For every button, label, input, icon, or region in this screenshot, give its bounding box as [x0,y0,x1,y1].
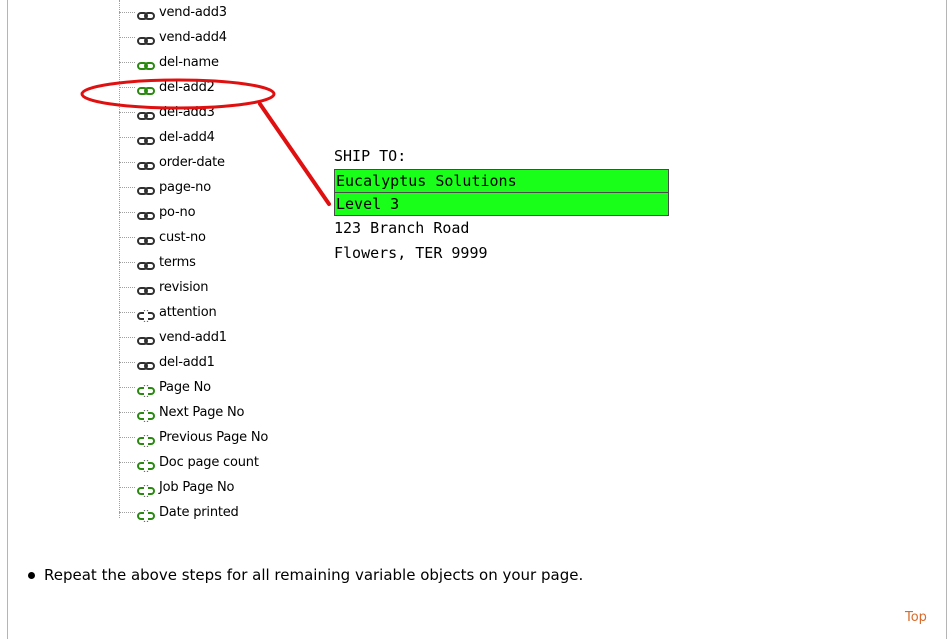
broken-link-icon [137,382,155,397]
tree-branch-line [119,12,135,13]
ship-to-line-4: Flowers, TER 9999 [334,244,488,262]
tree-item[interactable]: del-add3 [108,100,215,125]
tree-item[interactable]: del-add2 [108,75,215,100]
tree-item-label: page-no [159,180,211,195]
tree-item-label: revision [159,280,209,295]
tree-branch-line [119,462,135,463]
tree-branch-line [119,137,135,138]
tree-branch-line [119,62,135,63]
link-icon [137,107,155,120]
tree-branch-line [119,187,135,188]
link-icon [137,157,155,170]
tree-item[interactable]: po-no [108,200,196,225]
link-icon [137,57,155,70]
tree-branch-line [119,162,135,163]
broken-link-icon [137,457,155,472]
tree-branch-line [119,387,135,388]
tree-item[interactable]: attention [108,300,217,325]
tree-item[interactable]: Doc page count [108,450,259,475]
tree-item[interactable]: vend-add1 [108,325,227,350]
tree-item-label: del-add4 [159,130,215,145]
tree-item[interactable]: vend-add3 [108,0,227,25]
tree-branch-line [119,237,135,238]
tree-item-label: cust-no [159,230,206,245]
link-icon [137,182,155,195]
tree-item[interactable]: page-no [108,175,211,200]
tree-item-label: Date printed [159,505,239,520]
tree-item[interactable]: vend-add4 [108,25,227,50]
top-link[interactable]: Top [905,610,927,625]
instruction-bullet: Repeat the above steps for all remaining… [28,566,583,584]
tree-item[interactable]: Page No [108,375,211,400]
tree-branch-line [119,312,135,313]
broken-link-icon [137,307,155,322]
tree-item-label: del-add1 [159,355,215,370]
link-icon [137,82,155,95]
tree-branch-line [119,262,135,263]
content-frame-right-border [946,0,947,639]
tree-item-label: Previous Page No [159,430,269,445]
tree-item-label: del-name [159,55,219,70]
tree-item[interactable]: order-date [108,150,225,175]
link-icon [137,207,155,220]
annotation-arrow-line [258,102,331,206]
tree-item[interactable]: revision [108,275,209,300]
ship-to-line-2[interactable]: Level 3 [334,192,669,216]
tree-branch-line [119,437,135,438]
tree-item-label: attention [159,305,217,320]
broken-link-icon [137,407,155,422]
instruction-text: Repeat the above steps for all remaining… [44,566,584,584]
tree-item[interactable]: del-add4 [108,125,215,150]
tree-item-label: del-add3 [159,105,215,120]
tree-item[interactable]: del-name [108,50,219,75]
tree-branch-line [119,87,135,88]
bullet-dot [28,571,35,579]
tree-branch-line [119,112,135,113]
tree-branch-line [119,212,135,213]
tree-item-label: Page No [159,380,211,395]
ship-to-preview: SHIP TO: Eucalyptus Solutions Level 3 12… [334,144,669,266]
tree-item[interactable]: cust-no [108,225,206,250]
link-icon [137,7,155,20]
tree-branch-line [119,512,135,513]
tree-item-label: Doc page count [159,455,259,470]
tree-item-label: order-date [159,155,225,170]
tree-item[interactable]: Date printed [108,500,239,525]
tree-item-label: vend-add1 [159,330,227,345]
tree-item-label: terms [159,255,196,270]
tree-branch-line [119,337,135,338]
tree-item-label: vend-add4 [159,30,227,45]
ship-to-heading: SHIP TO: [334,147,407,165]
broken-link-icon [137,482,155,497]
broken-link-icon [137,507,155,522]
tree-branch-line [119,362,135,363]
link-icon [137,232,155,245]
tree-item-label: vend-add3 [159,5,227,20]
tree-item-label: del-add2 [159,80,215,95]
link-icon [137,282,155,295]
tree-item-label: Next Page No [159,405,245,420]
tree-item[interactable]: del-add1 [108,350,215,375]
tree-item[interactable]: terms [108,250,196,275]
tree-branch-line [119,487,135,488]
tree-item[interactable]: Previous Page No [108,425,268,450]
ship-to-line-1[interactable]: Eucalyptus Solutions [334,169,669,193]
tree-item-label: po-no [159,205,196,220]
link-icon [137,257,155,270]
content-frame-left-border [7,0,8,639]
tree-branch-line [119,287,135,288]
link-icon [137,32,155,45]
ship-to-line-3: 123 Branch Road [334,219,470,237]
link-icon [137,332,155,345]
tree-branch-line [119,412,135,413]
link-icon [137,132,155,145]
tree-item[interactable]: Job Page No [108,475,234,500]
tree-item-label: Job Page No [159,480,235,495]
tree-branch-line [119,37,135,38]
broken-link-icon [137,432,155,447]
link-icon [137,357,155,370]
tree-item[interactable]: Next Page No [108,400,245,425]
